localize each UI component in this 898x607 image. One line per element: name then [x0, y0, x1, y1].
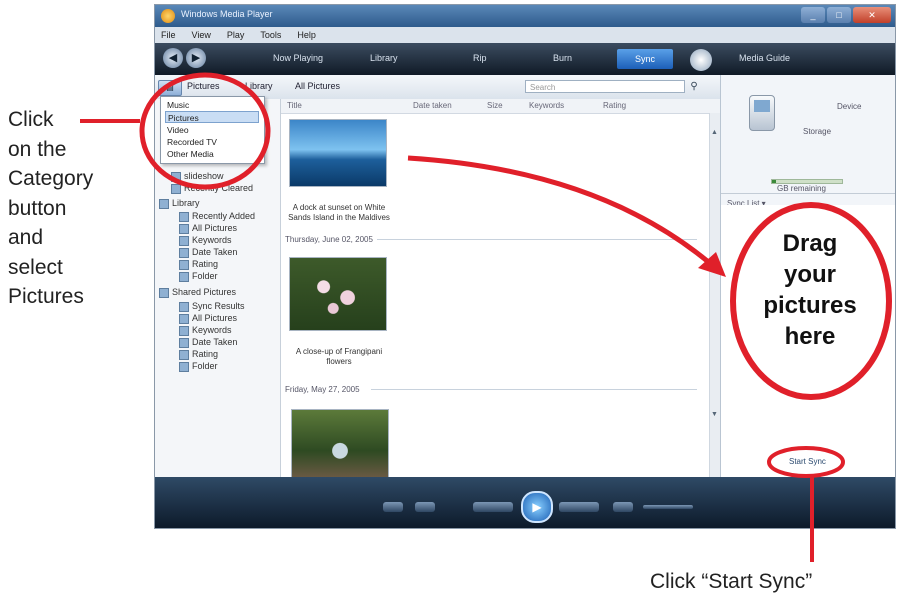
sync-highlight-circle [767, 446, 845, 478]
drag-instruction-note: Drag your pictures here [763, 230, 857, 350]
sync-instruction-note: Click “Start Sync” [650, 570, 813, 593]
drag-arrow [407, 155, 714, 267]
category-highlight-circle [139, 72, 271, 190]
